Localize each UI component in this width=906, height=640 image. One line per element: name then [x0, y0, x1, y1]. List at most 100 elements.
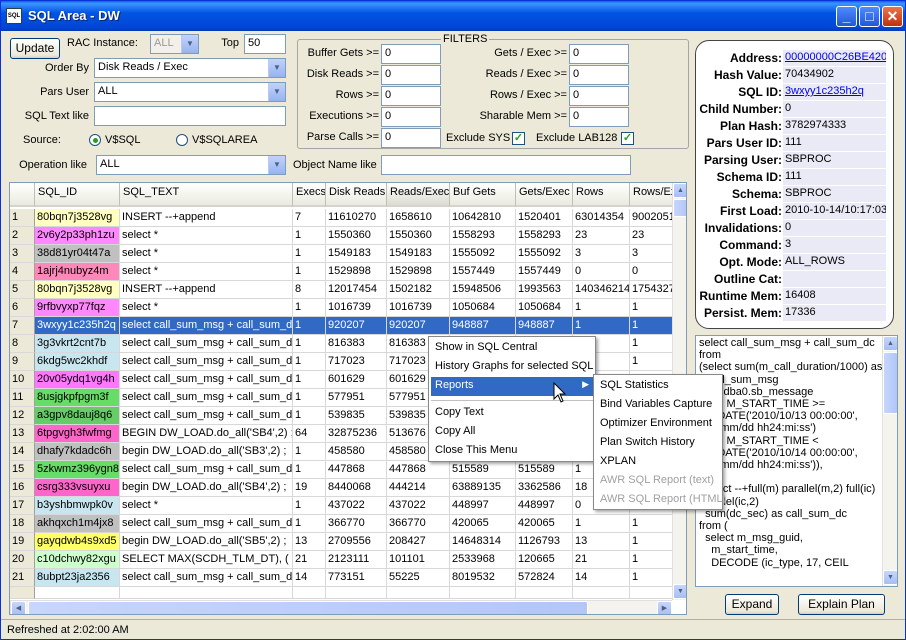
sql-text-scroll-thumb[interactable] — [883, 352, 897, 414]
sql-text-box[interactable]: select call_sum_msg + call_sum_dc from (… — [695, 335, 898, 587]
submenu-sql-statistics[interactable]: SQL Statistics — [596, 377, 720, 396]
column-header-disk-reads[interactable]: Disk Reads — [326, 183, 387, 207]
operation-like-select[interactable]: ALL ▼ — [96, 155, 286, 175]
table-row[interactable]: 2 2v6y2p33ph1zu select * 1 1550360 1550360 155… — [10, 227, 680, 245]
order-by-select[interactable]: Disk Reads / Exec ▼ — [94, 58, 286, 78]
detail-link[interactable]: 00000000C26BE420 — [783, 50, 886, 66]
column-header-gets-exec[interactable]: Gets/Exec — [516, 183, 573, 207]
parse-calls-input[interactable]: 0 — [381, 128, 441, 148]
row-number: 12 — [10, 407, 35, 425]
table-row[interactable]: 4 1ajrj4nubyz4m select * 1 1529898 1529898 155… — [10, 263, 680, 281]
menu-copy-all[interactable]: Copy All — [431, 423, 593, 442]
chevron-down-icon: ▼ — [181, 35, 198, 53]
status-bar: Refreshed at 2:02:00 AM — [1, 619, 905, 639]
executions-input[interactable]: 0 — [381, 107, 441, 127]
submenu-optimizer-environment[interactable]: Optimizer Environment — [596, 415, 720, 434]
exclude-sys-checkbox[interactable]: ✓ — [512, 132, 525, 145]
table-row[interactable]: 5 80bqn7j3528vg INSERT --+append 8 12017454 1… — [10, 281, 680, 299]
rows-exec-input[interactable]: 0 — [569, 86, 629, 106]
buffer-gets-input[interactable]: 0 — [381, 44, 441, 64]
column-header-execs[interactable]: Execs — [293, 183, 326, 207]
menu-close[interactable]: Close This Menu — [431, 442, 593, 461]
row-number: 7 — [10, 317, 35, 335]
scroll-right-icon[interactable]: ▶ — [657, 601, 672, 614]
maximize-icon[interactable]: □ — [859, 6, 880, 27]
table-cell-buf-gets: 1050684 — [450, 299, 516, 317]
detail-row: Outline Cat: — [696, 271, 893, 288]
scroll-down-icon[interactable]: ▼ — [673, 584, 686, 599]
table-row[interactable]: 7 3wxyy1c235h2q select call_sum_msg + call… — [10, 317, 680, 335]
detail-row: Schema: SBPROC — [696, 186, 893, 203]
detail-value: 0 — [783, 101, 886, 117]
gets-exec-input[interactable]: 0 — [569, 44, 629, 64]
close-icon[interactable]: ✕ — [882, 6, 903, 27]
rac-instance-select[interactable]: ALL ▼ — [150, 34, 199, 54]
column-header-sql-id[interactable]: SQL_ID — [35, 183, 120, 207]
source-vsql-radio[interactable] — [89, 134, 101, 146]
column-header-reads-exec[interactable]: Reads/Exec — [387, 183, 450, 207]
detail-row: Plan Hash: 3782974333 — [696, 118, 893, 135]
table-cell-gets-exec: 1520401 — [516, 209, 573, 227]
column-header-buf-gets[interactable]: Buf Gets — [450, 183, 516, 207]
detail-link[interactable]: 3wxyy1c235h2q — [783, 84, 886, 100]
sql-text-scrollbar[interactable]: ▲ ▼ — [882, 336, 897, 586]
table-row[interactable]: 19 gayqdwb4s9xd5 begin DW_LOAD.do_all('SB5… — [10, 533, 680, 551]
submenu-xplan[interactable]: XPLAN — [596, 453, 720, 472]
disk-reads-input[interactable]: 0 — [381, 65, 441, 85]
sql-text-content: select call_sum_msg + call_sum_dc from (… — [699, 337, 883, 569]
menu-reports[interactable]: Reports ▶ — [431, 377, 593, 396]
menu-copy-text[interactable]: Copy Text — [431, 404, 593, 423]
submenu-bind-variables-capture[interactable]: Bind Variables Capture — [596, 396, 720, 415]
scroll-up-icon[interactable]: ▲ — [673, 183, 686, 198]
executions-label: Executions >= — [309, 110, 379, 122]
table-cell-sql-id: 20v05ydq1vg4h — [35, 371, 120, 389]
menu-history-graphs[interactable]: History Graphs for selected SQL — [431, 358, 593, 377]
scroll-down-icon[interactable]: ▼ — [883, 570, 897, 585]
table-row[interactable]: 21 8ubpt23ja2356 select call_sum_msg + cal… — [10, 569, 680, 587]
top-input[interactable]: 50 — [244, 34, 286, 54]
table-row[interactable]: 18 akhqxch1m4jx8 select call_sum_msg + cal… — [10, 515, 680, 533]
detail-value: 111 — [783, 135, 886, 151]
table-cell-sql-id: 6kdg5wc2khdf — [35, 353, 120, 371]
expand-button[interactable]: Expand — [725, 594, 779, 615]
minimize-icon[interactable]: _ — [836, 6, 857, 27]
grid-horizontal-scrollbar[interactable]: ◀ ▶ — [10, 600, 672, 614]
detail-label: SQL ID: — [738, 85, 782, 99]
sql-text-like-input[interactable] — [94, 106, 286, 126]
table-row[interactable]: 15 5zkwmz396ygn8 select call_sum_msg + cal… — [10, 461, 680, 479]
grid-hscroll-thumb[interactable] — [28, 601, 588, 614]
table-cell-partial — [516, 587, 573, 599]
scroll-left-icon[interactable]: ◀ — [11, 601, 26, 614]
table-cell-sql-text: select call_sum_msg + call_sum_dc — [120, 353, 293, 371]
detail-row: Pars User ID: 111 — [696, 135, 893, 152]
table-cell-buf-gets: 8019532 — [450, 569, 516, 587]
table-row[interactable]: 17 b3yshbmwpk0v select * 1 437022 437022 44899… — [10, 497, 680, 515]
reads-exec-input[interactable]: 0 — [569, 65, 629, 85]
column-header-rows[interactable]: Rows — [573, 183, 630, 207]
table-cell-sql-id: 5zkwmz396ygn8 — [35, 461, 120, 479]
menu-show-in-sql-central[interactable]: Show in SQL Central — [431, 339, 593, 358]
detail-row: Child Number: 0 — [696, 101, 893, 118]
table-row[interactable]: 20 c10dchwy82xgu SELECT MAX(SCDH_TLM_DT), … — [10, 551, 680, 569]
table-row[interactable]: 16 csrg333vsuyxu begin DW_LOAD.do_all('SB4… — [10, 479, 680, 497]
pars-user-select[interactable]: ALL ▼ — [94, 82, 286, 102]
object-name-like-input[interactable] — [381, 155, 631, 175]
table-row[interactable]: 3 38d81yr04t47a select * 1 1549183 1549183 155… — [10, 245, 680, 263]
table-cell-execs: 1 — [293, 515, 326, 533]
submenu-plan-switch-history[interactable]: Plan Switch History — [596, 434, 720, 453]
update-button[interactable]: Update — [10, 38, 60, 59]
table-row[interactable]: 1 80bqn7j3528vg INSERT --+append 7 11610270 1… — [10, 209, 680, 227]
scroll-up-icon[interactable]: ▲ — [883, 336, 897, 351]
rows-input[interactable]: 0 — [381, 86, 441, 106]
grid-vscroll-thumb[interactable] — [673, 199, 686, 217]
table-cell-reads-exec: 447868 — [387, 461, 450, 479]
source-vsqlarea-radio[interactable] — [176, 134, 188, 146]
explain-plan-button[interactable]: Explain Plan — [798, 594, 885, 615]
sharable-mem-input[interactable]: 0 — [569, 107, 629, 127]
table-row[interactable]: 6 9rfbvyxp77fqz select * 1 1016739 1016739 105… — [10, 299, 680, 317]
exclude-lab128-checkbox[interactable]: ✓ — [621, 132, 634, 145]
table-cell-execs: 1 — [293, 497, 326, 515]
column-header-sql-text[interactable]: SQL_TEXT — [120, 183, 293, 207]
table-cell-execs: 7 — [293, 209, 326, 227]
table-cell-reads-exec: 444214 — [387, 479, 450, 497]
